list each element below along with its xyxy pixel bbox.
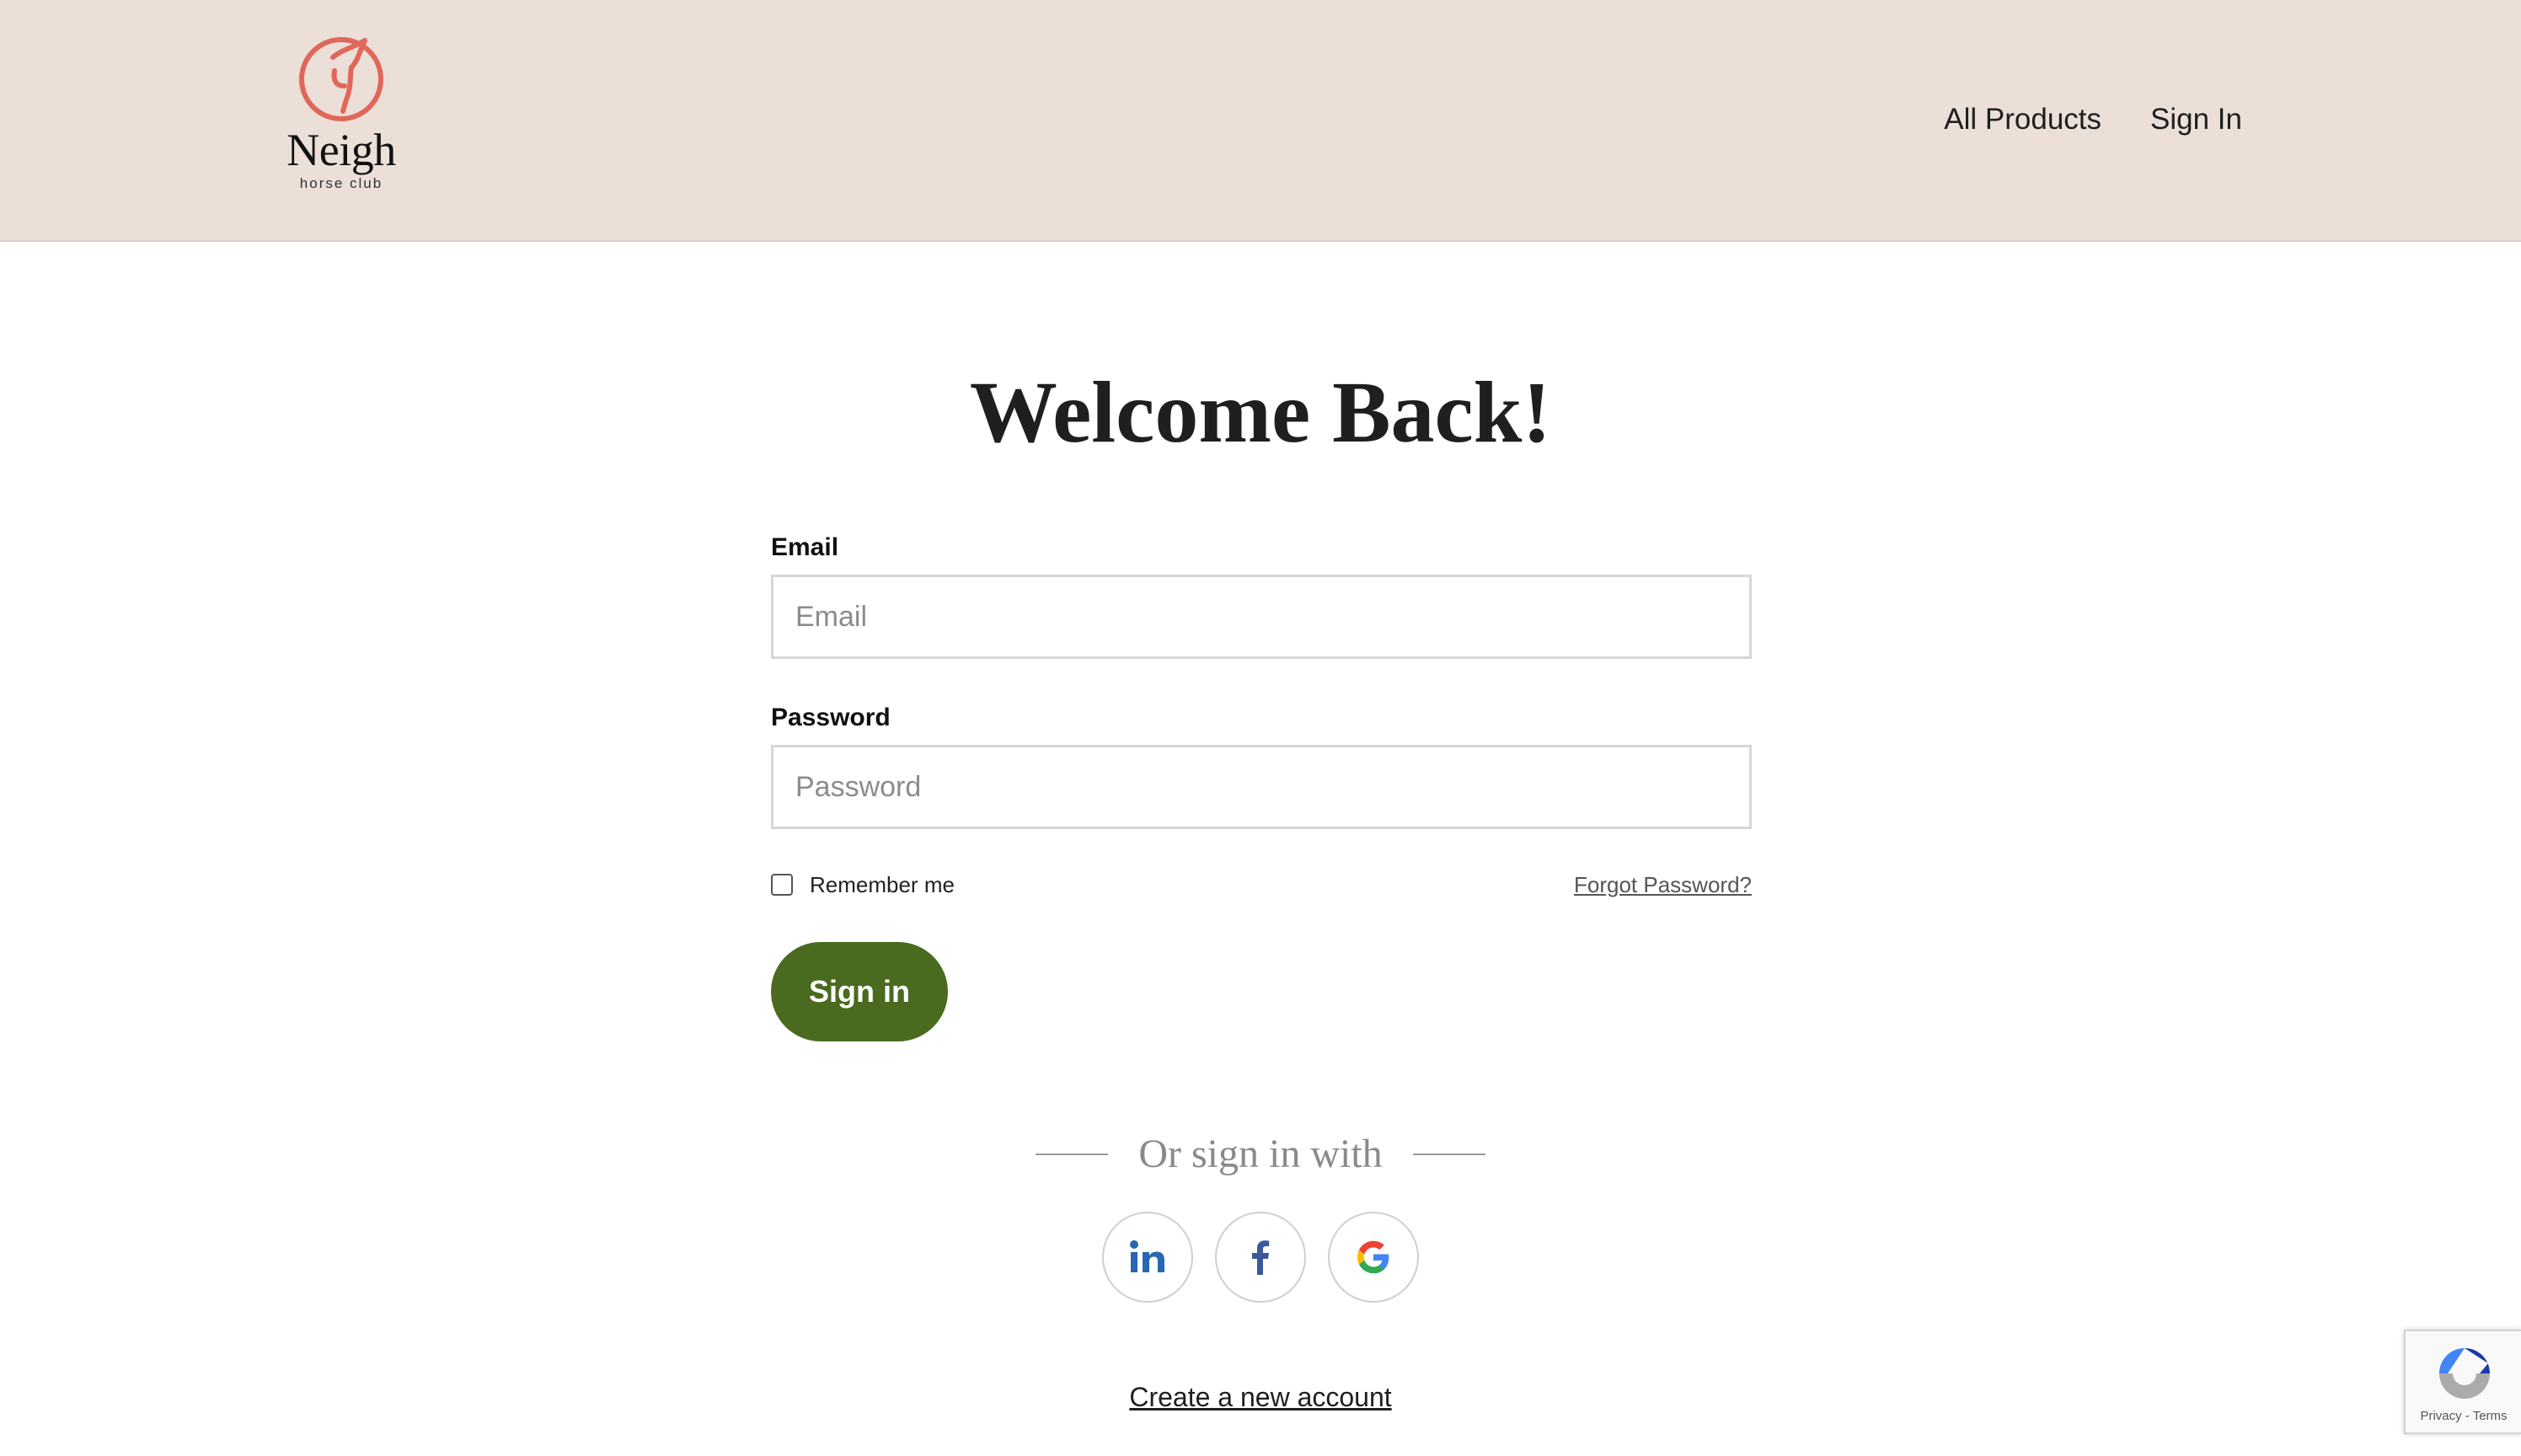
remember-checkbox[interactable]	[771, 874, 793, 896]
sign-in-button[interactable]: Sign in	[771, 942, 948, 1041]
horse-logo-icon	[299, 37, 383, 121]
nav-sign-in[interactable]: Sign In	[2150, 99, 2242, 140]
email-label: Email	[771, 533, 839, 561]
social-divider-text: Or sign in with	[1138, 1132, 1383, 1176]
recaptcha-links: Privacy - Terms	[2406, 1409, 2521, 1423]
sign-in-form: Email Password Remember me Forgot Passwo…	[771, 531, 1752, 1041]
linkedin-sign-in-button[interactable]	[1102, 1212, 1193, 1303]
facebook-sign-in-button[interactable]	[1215, 1212, 1306, 1303]
divider-line-right	[1412, 1154, 1485, 1155]
page-title: Welcome Back!	[969, 364, 1552, 461]
remember-label: Remember me	[810, 871, 955, 897]
password-field[interactable]	[771, 745, 1752, 829]
linkedin-icon	[1130, 1240, 1164, 1272]
brand-tagline: horse club	[299, 175, 383, 191]
create-account: Create a new account	[0, 1382, 2521, 1413]
options-row: Remember me Forgot Password?	[771, 868, 1752, 902]
facebook-icon	[1252, 1240, 1270, 1275]
recaptcha-badge[interactable]: Privacy - Terms	[2404, 1330, 2521, 1434]
social-buttons	[0, 1212, 2521, 1303]
divider-line-left	[1036, 1154, 1109, 1155]
nav-all-products[interactable]: All Products	[1944, 99, 2101, 140]
remember-me[interactable]: Remember me	[771, 872, 955, 898]
password-label: Password	[771, 704, 891, 731]
forgot-password-link[interactable]: Forgot Password?	[1574, 872, 1752, 898]
email-field[interactable]	[771, 575, 1752, 659]
recaptcha-terms-link[interactable]: Terms	[2473, 1409, 2508, 1423]
social-divider: Or sign in with	[0, 1129, 2521, 1180]
google-icon	[1357, 1240, 1389, 1274]
recaptcha-separator: -	[2465, 1409, 2470, 1423]
recaptcha-icon	[2439, 1348, 2490, 1399]
create-account-link[interactable]: Create a new account	[1129, 1382, 1391, 1412]
site-header: Neigh horse club All Products Sign In	[0, 0, 2521, 242]
recaptcha-privacy-link[interactable]: Privacy	[2420, 1409, 2461, 1423]
google-sign-in-button[interactable]	[1328, 1212, 1419, 1303]
main-nav: All Products Sign In	[1944, 99, 2242, 140]
brand-name: Neigh	[286, 125, 396, 175]
brand-logo[interactable]: Neigh horse club	[278, 32, 404, 209]
